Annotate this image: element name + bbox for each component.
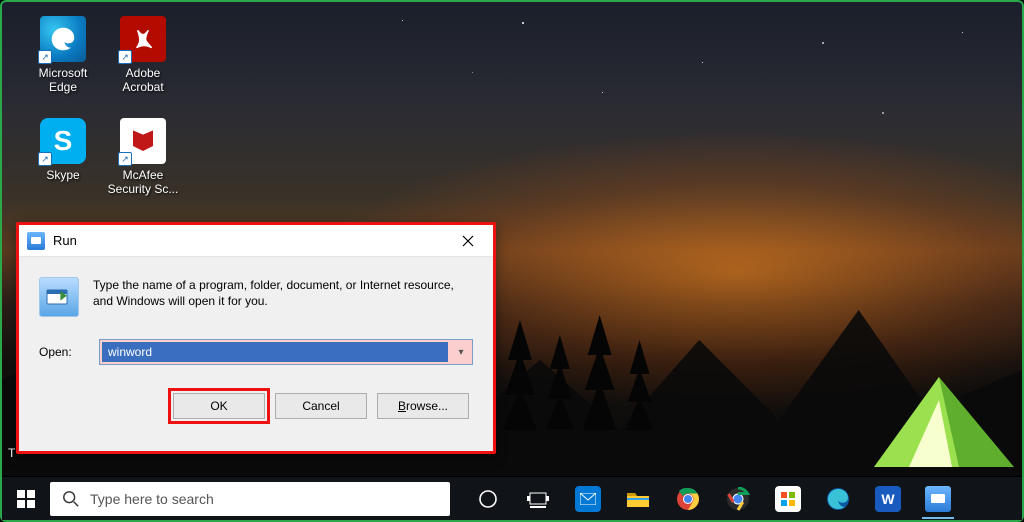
obscured-icon-label: T — [8, 446, 15, 460]
mcafee-icon — [120, 118, 166, 164]
run-icon — [39, 277, 79, 317]
run-dialog: Run Type the name of a program, folder, … — [16, 222, 496, 454]
open-combobox[interactable]: ▾ — [99, 339, 473, 365]
taskbar-cortana[interactable] — [464, 477, 512, 521]
taskbar-run[interactable] — [914, 477, 962, 521]
wallpaper-tent — [864, 372, 1014, 472]
edge-icon — [825, 486, 851, 512]
taskbar-word[interactable]: W — [864, 477, 912, 521]
search-placeholder: Type here to search — [90, 491, 214, 507]
desktop-icon-skype[interactable]: S Skype — [26, 118, 100, 208]
desktop-icon-mcafee[interactable]: McAfee Security Sc... — [106, 118, 180, 208]
taskbar-chrome-canary[interactable] — [714, 477, 762, 521]
open-input[interactable] — [102, 342, 448, 362]
desktop-icon-edge[interactable]: Microsoft Edge — [26, 16, 100, 106]
store-icon — [775, 486, 801, 512]
taskbar-edge[interactable] — [814, 477, 862, 521]
run-title: Run — [53, 233, 449, 248]
skype-icon: S — [40, 118, 86, 164]
desktop-icons: Microsoft Edge Adobe Acrobat S Skype McA… — [26, 16, 180, 208]
windows-icon — [17, 490, 35, 508]
desktop-icon-label: Microsoft Edge — [26, 66, 100, 94]
edge-icon — [40, 16, 86, 62]
run-titlebar[interactable]: Run — [19, 225, 493, 257]
combobox-dropdown-button[interactable]: ▾ — [450, 340, 472, 364]
taskbar-explorer[interactable] — [614, 477, 662, 521]
taskbar-search[interactable]: Type here to search — [50, 482, 450, 516]
start-button[interactable] — [2, 477, 50, 521]
desktop: Microsoft Edge Adobe Acrobat S Skype McA… — [0, 0, 1024, 522]
chrome-dark-icon — [725, 486, 751, 512]
taskbar: Type here to search W — [2, 476, 1022, 520]
desktop-icon-acrobat[interactable]: Adobe Acrobat — [106, 16, 180, 106]
cortana-icon — [475, 486, 501, 512]
close-button[interactable] — [449, 227, 487, 255]
browse-button[interactable]: Browse... — [377, 393, 469, 419]
mail-icon — [575, 486, 601, 512]
open-label: Open: — [39, 345, 85, 359]
desktop-icon-label: McAfee Security Sc... — [106, 168, 180, 196]
cancel-button[interactable]: Cancel — [275, 393, 367, 419]
desktop-icon-label: Adobe Acrobat — [106, 66, 180, 94]
close-icon — [462, 235, 474, 247]
chrome-icon — [675, 486, 701, 512]
run-description: Type the name of a program, folder, docu… — [93, 277, 473, 317]
taskview-icon — [525, 486, 551, 512]
search-icon — [62, 490, 80, 508]
taskbar-taskview[interactable] — [514, 477, 562, 521]
taskbar-store[interactable] — [764, 477, 812, 521]
run-titlebar-icon — [27, 232, 45, 250]
desktop-icon-label: Skype — [46, 168, 79, 182]
chevron-down-icon: ▾ — [458, 347, 463, 358]
run-taskbar-icon — [925, 486, 951, 512]
taskbar-chrome[interactable] — [664, 477, 712, 521]
word-icon: W — [875, 486, 901, 512]
folder-icon — [625, 486, 651, 512]
acrobat-icon — [120, 16, 166, 62]
taskbar-mail[interactable] — [564, 477, 612, 521]
ok-button[interactable]: OK — [173, 393, 265, 419]
